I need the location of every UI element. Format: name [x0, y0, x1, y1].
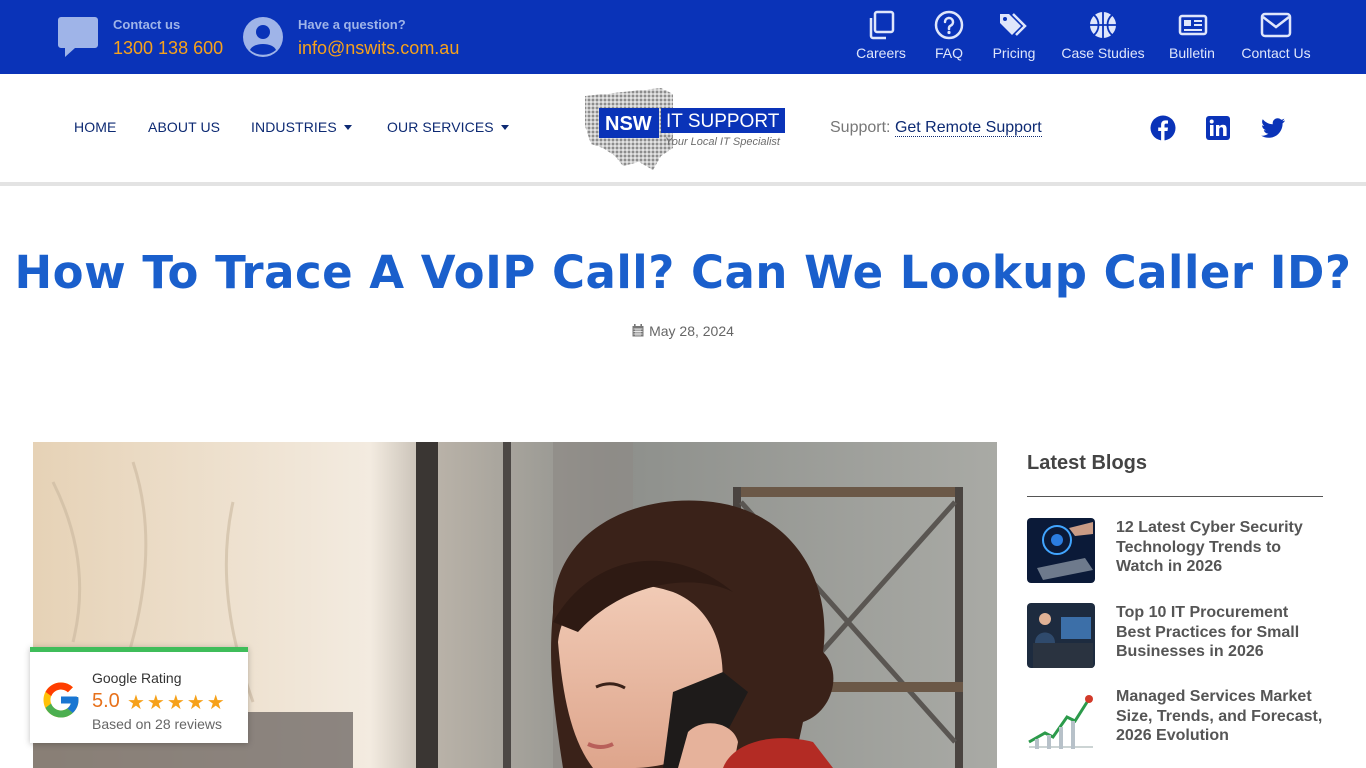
- blog-thumbnail[interactable]: [1027, 518, 1095, 583]
- post-date-text: May 28, 2024: [649, 323, 734, 339]
- nav-home[interactable]: HOME: [74, 119, 116, 135]
- facebook-icon[interactable]: [1150, 115, 1176, 141]
- contact-us-link[interactable]: Contact Us: [1238, 0, 1314, 74]
- linkedin-icon[interactable]: [1205, 115, 1231, 141]
- top-bar: Contact us 1300 138 600 Have a question?…: [0, 0, 1366, 74]
- google-rating-widget[interactable]: Google Rating 5.0 ★★★★★ Based on 28 revi…: [30, 647, 248, 743]
- case-studies-label: Case Studies: [1061, 45, 1145, 61]
- phone-link[interactable]: 1300 138 600: [113, 38, 223, 59]
- email-link[interactable]: info@nswits.com.au: [298, 38, 459, 59]
- calendar-icon: [632, 324, 644, 337]
- copy-icon: [869, 10, 895, 40]
- logo-tagline: Your Local IT Specialist: [665, 136, 781, 148]
- caret-down-icon: [343, 124, 352, 130]
- question-label: Have a question?: [298, 17, 406, 32]
- main-navigation: HOME ABOUT US INDUSTRIES OUR SERVICES NS…: [0, 74, 1366, 186]
- blog-item: Managed Services Market Size, Trends, an…: [1027, 687, 1327, 753]
- blog-item: Top 10 IT Procurement Best Practices for…: [1027, 603, 1327, 669]
- latest-blogs-heading: Latest Blogs: [1027, 452, 1148, 474]
- logo-name: IT SUPPORT: [666, 111, 780, 132]
- rating-label: Google Rating: [92, 670, 182, 686]
- pricing-link[interactable]: Pricing: [986, 0, 1042, 74]
- careers-link[interactable]: Careers: [851, 0, 911, 74]
- rating-review-count: Based on 28 reviews: [92, 716, 222, 732]
- case-studies-link[interactable]: Case Studies: [1060, 0, 1146, 74]
- blog-thumbnail[interactable]: [1027, 603, 1095, 668]
- blog-title-link[interactable]: 12 Latest Cyber Security Technology Tren…: [1116, 518, 1326, 577]
- twitter-icon[interactable]: [1260, 115, 1286, 141]
- user-circle-icon: [243, 17, 283, 57]
- bulletin-link[interactable]: Bulletin: [1164, 0, 1220, 74]
- contact-us-label: Contact us: [113, 17, 181, 32]
- nav-our-services[interactable]: OUR SERVICES: [387, 119, 509, 135]
- support-label: Support:: [830, 119, 891, 136]
- blog-item: 12 Latest Cyber Security Technology Tren…: [1027, 518, 1327, 584]
- sidebar-divider: [1027, 496, 1323, 497]
- basketball-icon: [1090, 12, 1116, 38]
- rating-score: 5.0: [92, 690, 120, 712]
- bulletin-label: Bulletin: [1169, 45, 1215, 61]
- star-rating-icons: ★★★★★: [127, 692, 227, 714]
- contact-us-block: Contact us 1300 138 600: [57, 0, 237, 74]
- caret-down-icon: [500, 124, 509, 130]
- nav-our-services-label: OUR SERVICES: [387, 119, 494, 135]
- google-g-icon: [43, 682, 79, 718]
- faq-label: FAQ: [934, 45, 963, 61]
- nav-industries[interactable]: INDUSTRIES: [251, 119, 352, 135]
- blog-title-link[interactable]: Top 10 IT Procurement Best Practices for…: [1116, 603, 1326, 662]
- careers-label: Careers: [856, 45, 906, 61]
- have-question-block: Have a question? info@nswits.com.au: [242, 0, 482, 74]
- support-block: Support: Get Remote Support: [830, 119, 1042, 137]
- faq-link[interactable]: FAQ: [927, 0, 971, 74]
- nav-industries-label: INDUSTRIES: [251, 119, 337, 135]
- blog-thumbnail[interactable]: [1027, 687, 1095, 752]
- blog-title-link[interactable]: Managed Services Market Size, Trends, an…: [1116, 687, 1326, 746]
- newspaper-icon: [1178, 14, 1208, 36]
- contact-us-label: Contact Us: [1241, 45, 1311, 61]
- get-remote-support-link[interactable]: Get Remote Support: [894, 119, 1042, 137]
- nav-about-us[interactable]: ABOUT US: [148, 119, 220, 135]
- chat-bubble-icon: [58, 17, 98, 57]
- nsw-it-support-logo[interactable]: NSW IT SUPPORT Your Local IT Specialist: [583, 86, 787, 170]
- logo-brand: NSW: [605, 113, 652, 135]
- post-date: May 28, 2024: [0, 323, 1366, 339]
- envelope-icon: [1260, 12, 1292, 38]
- post-title: How To Trace A VoIP Call? Can We Lookup …: [14, 246, 1352, 299]
- tags-icon: [1000, 13, 1027, 36]
- pricing-label: Pricing: [992, 45, 1036, 61]
- question-icon: [934, 10, 964, 40]
